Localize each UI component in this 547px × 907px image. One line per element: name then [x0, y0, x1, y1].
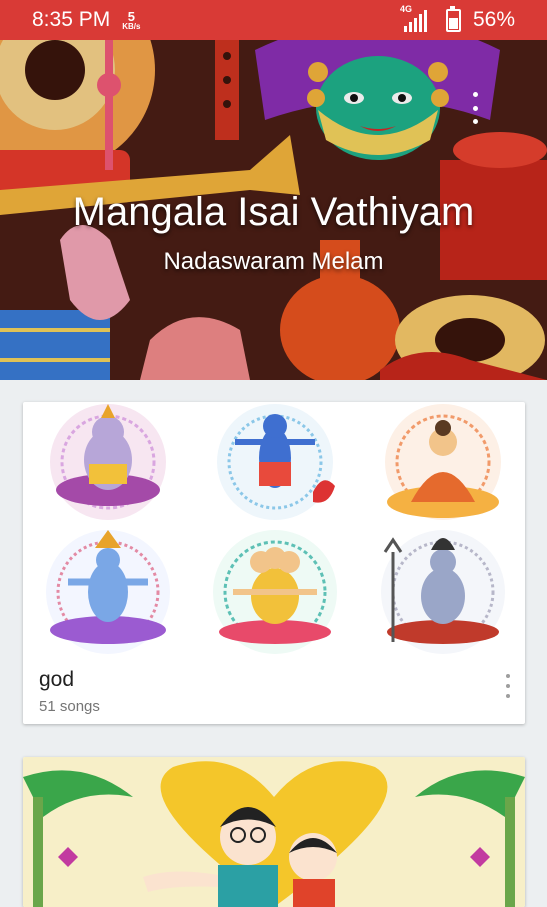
header-banner: Mangala Isai Vathiyam Nadaswaram Melam — [0, 40, 547, 380]
playlist-card-god[interactable]: god 51 songs — [23, 402, 525, 724]
battery-fill — [448, 17, 458, 29]
playlist-card-wedding[interactable] — [23, 757, 525, 907]
signal-icon: 4G — [398, 4, 428, 34]
brahma-art — [213, 530, 337, 654]
status-bar: 8:35 PM 5 KB/s 4G 56% — [0, 0, 547, 40]
app-title: Mangala Isai Vathiyam — [72, 190, 475, 234]
network-speed: 5 KB/s — [122, 10, 140, 31]
playlist-artwork — [46, 404, 505, 654]
playlist-song-count: 51 songs — [39, 698, 100, 715]
vishnu-art — [46, 530, 170, 654]
status-icons: 4G 56% — [398, 4, 515, 34]
network-speed-unit: KB/s — [122, 21, 141, 31]
battery-percent: 56% — [472, 8, 515, 31]
status-time: 8:35 PM — [32, 8, 111, 31]
battery-icon — [445, 5, 461, 32]
wedding-couple-art — [23, 757, 525, 907]
ganesha-art — [50, 404, 166, 520]
buddha-art — [385, 404, 501, 520]
network-speed-value: 5 — [127, 8, 135, 24]
playlist-title: god — [39, 668, 75, 691]
more-vert-icon[interactable] — [465, 92, 485, 124]
more-vert-icon[interactable] — [503, 674, 513, 698]
shiva-art — [381, 530, 505, 654]
app-subtitle: Nadaswaram Melam — [163, 248, 384, 275]
kali-art — [217, 404, 335, 520]
